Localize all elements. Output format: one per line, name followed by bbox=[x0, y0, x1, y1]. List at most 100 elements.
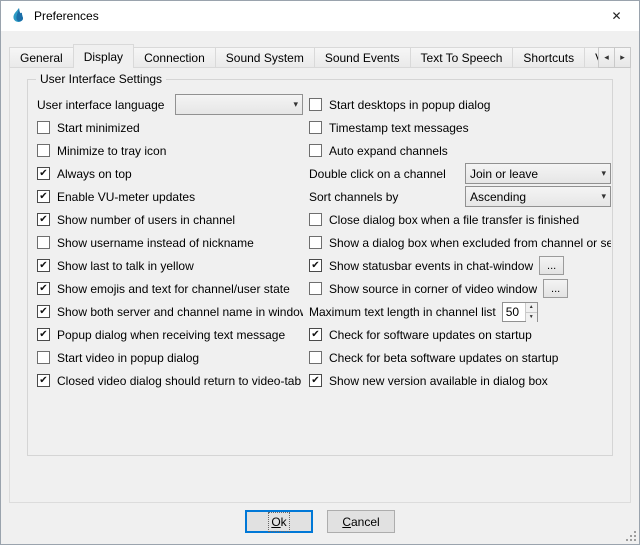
tab-page-display: User Interface Settings User interface l… bbox=[9, 67, 631, 503]
checkbox-label: Minimize to tray icon bbox=[57, 144, 166, 158]
sort-channels-dropdown-value: Ascending bbox=[470, 190, 597, 204]
tab-scroll-left-icon: ◂ bbox=[604, 52, 609, 63]
checkbox-label: Start video in popup dialog bbox=[57, 351, 199, 365]
tab-scroll-left-button[interactable]: ◂ bbox=[598, 47, 615, 68]
checkbox[interactable] bbox=[37, 236, 50, 249]
checkbox-label: Closed video dialog should return to vid… bbox=[57, 374, 301, 388]
checkbox-label: Show last to talk in yellow bbox=[57, 259, 194, 273]
right-checkbox-list-mid: Close dialog box when a file transfer is… bbox=[309, 208, 611, 254]
cancel-button[interactable]: Cancel bbox=[327, 510, 395, 533]
chevron-down-icon: ▾ bbox=[293, 99, 298, 110]
checkbox-row: ✔ Enable VU-meter updates bbox=[37, 185, 303, 208]
checkbox-label: Enable VU-meter updates bbox=[57, 190, 195, 204]
max-text-length-value: 50 bbox=[503, 303, 525, 321]
checkbox-row: Check for beta software updates on start… bbox=[309, 346, 611, 369]
sort-channels-dropdown[interactable]: Ascending ▾ bbox=[465, 186, 611, 207]
groupbox-title: User Interface Settings bbox=[36, 72, 166, 86]
checkbox[interactable] bbox=[309, 282, 322, 295]
right-checkbox-list-top: Start desktops in popup dialog Timestamp … bbox=[309, 93, 611, 162]
checkbox[interactable]: ✔ bbox=[37, 305, 50, 318]
statusbar-events-options-button[interactable]: ... bbox=[539, 256, 564, 275]
title-bar[interactable]: Preferences ✕ bbox=[1, 1, 639, 31]
checkbox-row: ✔ Show both server and channel name in wi… bbox=[37, 300, 303, 323]
checkbox[interactable] bbox=[37, 351, 50, 364]
checkbox-label: Show username instead of nickname bbox=[57, 236, 254, 250]
checkbox-label: Close dialog box when a file transfer is… bbox=[329, 213, 579, 227]
checkbox-row: ✔ Show last to talk in yellow bbox=[37, 254, 303, 277]
tab-scroll-right-button[interactable]: ▸ bbox=[614, 47, 631, 68]
checkbox-label: Check for software updates on startup bbox=[329, 328, 532, 342]
checkbox-label: Show both server and channel name in win… bbox=[57, 305, 303, 319]
window-title: Preferences bbox=[34, 9, 99, 23]
double-click-dropdown[interactable]: Join or leave ▾ bbox=[465, 163, 611, 184]
right-checkbox-list-bottom: ✔ Check for software updates on startup Ch… bbox=[309, 323, 611, 392]
checkbox[interactable] bbox=[309, 351, 322, 364]
spin-down-icon[interactable]: ▼ bbox=[526, 313, 537, 322]
checkbox-row: Show a dialog box when excluded from cha… bbox=[309, 231, 611, 254]
chevron-down-icon: ▾ bbox=[601, 191, 606, 202]
statusbar-events-row: ✔ Show statusbar events in chat-window .… bbox=[309, 254, 611, 277]
preferences-window: Preferences ✕ GeneralDisplayConnectionSo… bbox=[0, 0, 640, 545]
checkbox-row: Start video in popup dialog bbox=[37, 346, 303, 369]
checkbox[interactable] bbox=[37, 121, 50, 134]
tab-scroll-right-icon: ▸ bbox=[620, 52, 625, 63]
checkbox[interactable]: ✔ bbox=[37, 190, 50, 203]
checkbox-label: Start minimized bbox=[57, 121, 140, 135]
checkbox-label: Timestamp text messages bbox=[329, 121, 469, 135]
checkbox[interactable]: ✔ bbox=[37, 328, 50, 341]
tab-text-to-speech[interactable]: Text To Speech bbox=[410, 47, 514, 68]
checkbox-label: Always on top bbox=[57, 167, 132, 181]
spinner-arrows[interactable]: ▲ ▼ bbox=[525, 303, 537, 321]
double-click-label: Double click on a channel bbox=[309, 167, 446, 181]
checkbox[interactable] bbox=[37, 144, 50, 157]
checkbox[interactable] bbox=[309, 236, 322, 249]
sort-channels-row: Sort channels by Ascending ▾ bbox=[309, 185, 611, 208]
max-text-length-label: Maximum text length in channel list bbox=[309, 305, 496, 319]
tab-display[interactable]: Display bbox=[73, 44, 134, 68]
checkbox[interactable]: ✔ bbox=[309, 328, 322, 341]
checkbox-label: Show new version available in dialog box bbox=[329, 374, 548, 388]
checkbox[interactable]: ✔ bbox=[37, 213, 50, 226]
close-button[interactable]: ✕ bbox=[594, 1, 639, 30]
language-dropdown[interactable]: ▾ bbox=[175, 94, 303, 115]
tab-connection[interactable]: Connection bbox=[133, 47, 216, 68]
checkbox[interactable]: ✔ bbox=[37, 167, 50, 180]
checkbox[interactable]: ✔ bbox=[37, 259, 50, 272]
tab-sound-events[interactable]: Sound Events bbox=[314, 47, 411, 68]
checkbox[interactable]: ✔ bbox=[309, 259, 322, 272]
double-click-dropdown-value: Join or leave bbox=[470, 167, 597, 181]
app-icon bbox=[10, 8, 26, 24]
checkbox-label: Show emojis and text for channel/user st… bbox=[57, 282, 290, 296]
checkbox-row: Start minimized bbox=[37, 116, 303, 139]
video-source-options-button[interactable]: ... bbox=[543, 279, 568, 298]
tab-list: GeneralDisplayConnectionSound SystemSoun… bbox=[9, 43, 631, 68]
checkbox[interactable]: ✔ bbox=[309, 374, 322, 387]
checkbox-row: Minimize to tray icon bbox=[37, 139, 303, 162]
ok-button[interactable]: Ok bbox=[245, 510, 313, 533]
checkbox-label: Show source in corner of video window bbox=[329, 282, 537, 296]
dialog-footer: Ok Cancel bbox=[1, 510, 639, 534]
language-label: User interface language bbox=[37, 98, 164, 112]
tab-shortcuts[interactable]: Shortcuts bbox=[512, 47, 585, 68]
checkbox-label: Start desktops in popup dialog bbox=[329, 98, 490, 112]
tab-general[interactable]: General bbox=[9, 47, 74, 68]
checkbox[interactable]: ✔ bbox=[37, 374, 50, 387]
checkbox[interactable]: ✔ bbox=[37, 282, 50, 295]
checkbox[interactable] bbox=[309, 213, 322, 226]
left-checkbox-list: Start minimized Minimize to tray icon ✔ Alw… bbox=[37, 116, 303, 392]
tab-sound-system[interactable]: Sound System bbox=[215, 47, 315, 68]
resize-grip[interactable] bbox=[624, 529, 637, 542]
max-text-length-spinner[interactable]: 50 ▲ ▼ bbox=[502, 302, 538, 322]
checkbox[interactable] bbox=[309, 144, 322, 157]
checkbox-label: Show statusbar events in chat-window bbox=[329, 259, 533, 273]
checkbox-row: ✔Show number of users in channel bbox=[37, 208, 303, 231]
language-row: User interface language ▾ bbox=[37, 93, 303, 116]
checkbox[interactable] bbox=[309, 98, 322, 111]
video-source-row: Show source in corner of video window ..… bbox=[309, 277, 611, 300]
checkbox-row: Start desktops in popup dialog bbox=[309, 93, 611, 116]
settings-left-column: User interface language ▾ Start minimize… bbox=[37, 93, 303, 392]
checkbox-row: ✔ Show new version available in dialog bo… bbox=[309, 369, 611, 392]
checkbox[interactable] bbox=[309, 121, 322, 134]
spin-up-icon[interactable]: ▲ bbox=[526, 303, 537, 313]
checkbox-row: Close dialog box when a file transfer is… bbox=[309, 208, 611, 231]
